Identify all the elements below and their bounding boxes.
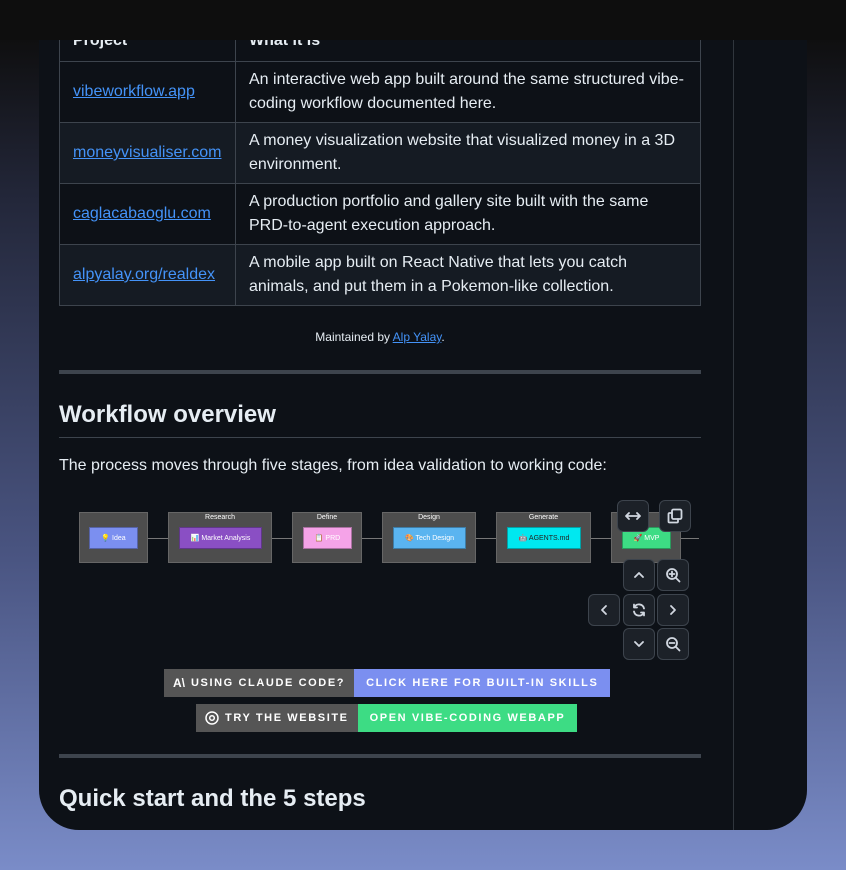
pan-left-icon[interactable] — [588, 594, 620, 626]
section-divider — [59, 370, 701, 374]
maintainer-link[interactable]: Alp Yalay — [393, 330, 442, 344]
diagram-stage: Generate 🤖 AGENTS.md — [496, 512, 591, 563]
project-description: A mobile app built on React Native that … — [235, 244, 701, 306]
readme-panel: Project What it is vibeworkflow.app An i… — [39, 40, 807, 830]
section-heading-quick-start: Quick start and the 5 steps — [59, 785, 366, 812]
sidebar-divider — [733, 40, 734, 830]
projects-table: Project What it is vibeworkflow.app An i… — [59, 40, 701, 306]
badge-left-label: USING CLAUDE CODE? — [191, 677, 346, 689]
diagram-node: 💡 Idea — [89, 527, 138, 549]
diagram-stage: Define 📋 PRD — [292, 512, 362, 563]
maintainer-line: Maintained by Alp Yalay. — [59, 330, 701, 344]
workflow-diagram[interactable]: 💡 Idea Research 📊 Market Analysis Define… — [59, 494, 701, 669]
section-heading-workflow: Workflow overview — [59, 400, 701, 438]
webapp-badge[interactable]: TRY THE WEBSITE OPEN VIBE-CODING WEBAPP — [196, 704, 578, 732]
copy-icon[interactable] — [659, 500, 691, 532]
maintainer-suffix: . — [441, 330, 445, 344]
stage-label: Define — [316, 514, 338, 521]
badge-right-label: CLICK HERE FOR BUILT-IN SKILLS — [354, 669, 611, 697]
project-link[interactable]: moneyvisualiser.com — [73, 144, 222, 161]
anthropic-icon: A\ — [173, 676, 185, 690]
table-row: caglacabaoglu.com A production portfolio… — [59, 183, 701, 245]
workflow-intro: The process moves through five stages, f… — [59, 457, 607, 474]
zoom-in-icon[interactable] — [657, 559, 689, 591]
project-description: A production portfolio and gallery site … — [235, 183, 701, 245]
diagram-node: 🎨 Tech Design — [393, 527, 466, 549]
diagram-node: 🤖 AGENTS.md — [507, 527, 581, 549]
diagram-stage: Design 🎨 Tech Design — [382, 512, 476, 563]
table-row: moneyvisualiser.com A money visualizatio… — [59, 122, 701, 184]
claude-skills-badge[interactable]: A\ USING CLAUDE CODE? CLICK HERE FOR BUI… — [164, 669, 611, 697]
pan-right-icon[interactable] — [657, 594, 689, 626]
table-row: vibeworkflow.app An interactive web app … — [59, 61, 701, 123]
project-description: A money visualization website that visua… — [235, 122, 701, 184]
badge-left: TRY THE WEBSITE — [196, 704, 358, 732]
project-link[interactable]: vibeworkflow.app — [73, 83, 195, 100]
table-row: alpyalay.org/realdex A mobile app built … — [59, 244, 701, 306]
pan-down-icon[interactable] — [623, 628, 655, 660]
browser-top-bar — [0, 0, 846, 40]
diagram-node: 📋 PRD — [303, 527, 352, 549]
project-link[interactable]: caglacabaoglu.com — [73, 205, 211, 222]
diagram-node: 📊 Market Analysis — [179, 527, 262, 549]
diagram-stage: 💡 Idea — [79, 512, 148, 563]
table-header-project: Project — [59, 40, 236, 62]
expand-icon[interactable] — [617, 500, 649, 532]
diagram-stage: Research 📊 Market Analysis — [168, 512, 272, 563]
pan-up-icon[interactable] — [623, 559, 655, 591]
project-link[interactable]: alpyalay.org/realdex — [73, 266, 215, 283]
badge-left: A\ USING CLAUDE CODE? — [164, 669, 355, 697]
project-description: An interactive web app built around the … — [235, 61, 701, 123]
stage-label: Design — [418, 514, 440, 521]
table-header-description: What it is — [235, 40, 701, 62]
stage-label: Research — [205, 514, 235, 521]
readme-content: Project What it is vibeworkflow.app An i… — [59, 40, 701, 814]
badge-left-label: TRY THE WEBSITE — [225, 712, 349, 724]
zoom-out-icon[interactable] — [657, 628, 689, 660]
badge-right-label: OPEN VIBE-CODING WEBAPP — [357, 704, 578, 732]
chrome-icon — [205, 711, 219, 725]
badge-area: A\ USING CLAUDE CODE? CLICK HERE FOR BUI… — [59, 669, 701, 759]
reset-icon[interactable] — [623, 594, 655, 626]
stage-label: Generate — [528, 514, 559, 521]
maintainer-prefix: Maintained by — [315, 330, 393, 344]
